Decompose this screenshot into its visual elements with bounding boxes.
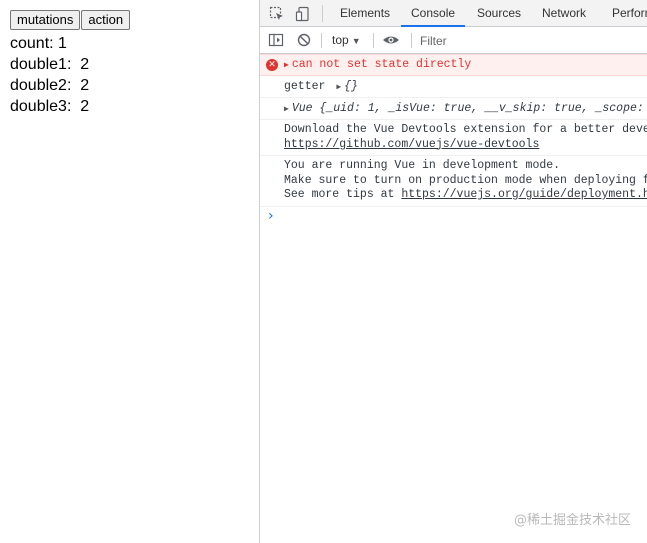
expand-triangle-icon[interactable]: ▶ (284, 105, 289, 114)
tab-elements[interactable]: Elements (330, 0, 400, 26)
button-row: mutations action (10, 10, 131, 30)
chevron-down-icon: ▼ (351, 36, 361, 46)
dev-mode-line-1: You are running Vue in development mode. (284, 159, 561, 172)
devtools-hint-log: Download the Vue Devtools extension for … (260, 120, 647, 156)
getter-value: {} (344, 80, 358, 93)
getter-label: getter (284, 80, 326, 93)
toolbar-divider (321, 33, 322, 48)
prompt-chevron-icon: › (268, 208, 274, 224)
dev-mode-log: You are running Vue in development mode.… (260, 156, 647, 207)
double2-text: double2: 2 (10, 77, 90, 94)
dev-mode-line-2: Make sure to turn on production mode whe… (284, 173, 647, 187)
getter-log[interactable]: getter ▶{} (260, 76, 647, 98)
devtools-hint-text: Download the Vue Devtools extension for … (284, 123, 647, 136)
console-messages: ✕ ▶ can not set state directly getter ▶{} … (260, 54, 647, 225)
watermark: @稀土掘金技术社区 (513, 513, 631, 528)
vue-instance-text: Vue {_uid: 1, _isVue: true, __v_skip: tr… (291, 102, 647, 115)
devtools-panel: Elements Console Sources Network Perform… (260, 0, 647, 543)
error-message[interactable]: ✕ ▶ can not set state directly (260, 54, 647, 76)
dev-mode-line-3: See more tips at (284, 188, 402, 201)
tab-network[interactable]: Network (532, 0, 596, 26)
mutations-button[interactable]: mutations (10, 10, 81, 30)
tab-console[interactable]: Console (401, 0, 466, 27)
expand-triangle-icon[interactable]: ▶ (284, 61, 289, 70)
context-selector[interactable]: top ▼ (332, 33, 361, 47)
double3-text: double3: 2 (10, 98, 90, 115)
devtools-tabbar: Elements Console Sources Network Perform (260, 0, 647, 27)
count-text: count: 1 (10, 35, 67, 52)
inspect-element-icon[interactable] (269, 6, 285, 22)
app-pane: mutations action count: 1 double1: 2 dou… (0, 0, 260, 543)
double1-text: double1: 2 (10, 56, 90, 73)
error-icon: ✕ (266, 59, 278, 71)
error-text: can not set state directly (291, 58, 472, 71)
console-prompt[interactable]: › (260, 207, 647, 225)
action-button[interactable]: action (81, 10, 131, 30)
tabbar-divider (322, 5, 323, 22)
tab-performance[interactable]: Perform (602, 0, 647, 26)
value-list: count: 1 double1: 2 double2: 2 double3: … (10, 33, 89, 117)
vue-devtools-link[interactable]: https://github.com/vuejs/vue-devtools (284, 138, 647, 153)
show-sidebar-icon[interactable] (268, 32, 284, 48)
vue-instance-log[interactable]: ▶ Vue {_uid: 1, _isVue: true, __v_skip: t… (260, 98, 647, 120)
device-toolbar-icon[interactable] (295, 6, 311, 22)
eye-icon[interactable] (382, 32, 399, 48)
context-label: top (332, 33, 349, 47)
toolbar-divider (411, 33, 412, 48)
filter-input[interactable] (418, 32, 647, 50)
console-toolbar: top ▼ (260, 27, 647, 54)
tab-sources[interactable]: Sources (467, 0, 531, 26)
deployment-guide-link[interactable]: https://vuejs.org/guide/deployment.htm (401, 188, 647, 201)
expand-triangle-icon[interactable]: ▶ (336, 83, 341, 92)
clear-console-icon[interactable] (296, 32, 312, 48)
toolbar-divider (373, 33, 374, 48)
